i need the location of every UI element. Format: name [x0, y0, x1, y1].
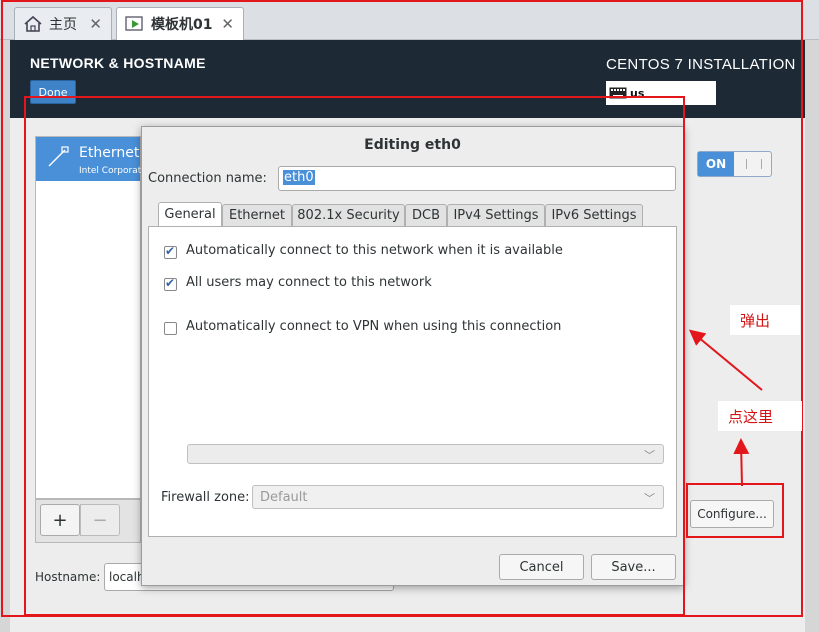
annotation-arrows	[688, 329, 763, 487]
tab-general[interactable]: General	[158, 202, 222, 226]
arrow-to-click-note	[733, 438, 750, 487]
arrow-to-dialog	[688, 329, 763, 391]
